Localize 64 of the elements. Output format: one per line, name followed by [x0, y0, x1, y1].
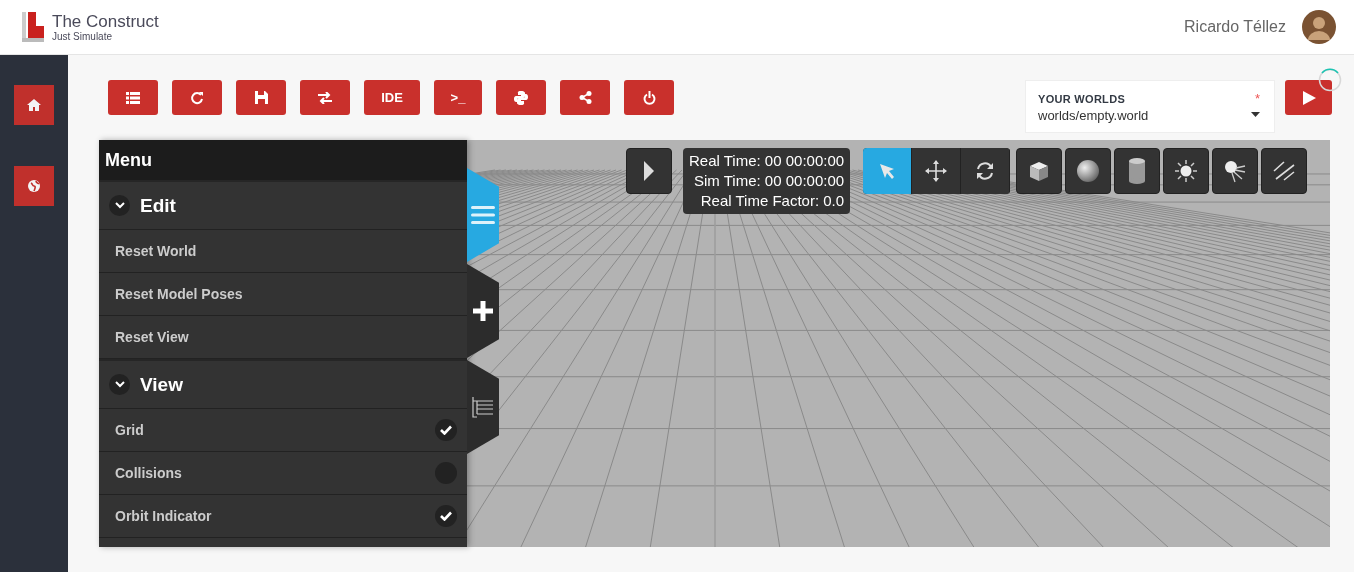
save-button[interactable]	[236, 80, 286, 115]
avatar[interactable]	[1302, 10, 1336, 44]
menu-icon	[471, 205, 495, 225]
refresh-icon	[190, 90, 204, 105]
home-button[interactable]	[14, 85, 54, 125]
select-mode-button[interactable]	[863, 148, 913, 194]
play-button[interactable]	[626, 148, 672, 194]
globe-icon	[27, 179, 41, 193]
user-name[interactable]: Ricardo Téllez	[1184, 18, 1286, 36]
menu-item[interactable]: Collisions	[99, 452, 467, 495]
brand-name: The Construct	[52, 12, 159, 31]
share-button[interactable]	[560, 80, 610, 115]
menu-title: Menu	[99, 140, 467, 180]
power-icon	[642, 90, 656, 105]
brand-tagline: Just Simulate	[52, 30, 114, 42]
time-readout: Sim Time: 00 00:00:00	[694, 171, 845, 191]
swap-button[interactable]	[300, 80, 350, 115]
swap-arrows-icon	[317, 91, 333, 104]
power-button[interactable]	[624, 80, 674, 115]
spinner-icon	[1318, 68, 1342, 92]
sphere-button[interactable]	[1065, 148, 1112, 194]
python-icon	[514, 90, 528, 105]
cylinder-icon	[1128, 158, 1147, 184]
sphere-icon	[1076, 159, 1101, 183]
list-button[interactable]	[108, 80, 158, 115]
menu-section[interactable]: View	[99, 359, 467, 409]
time-readout: Real Time: 00 00:00:00	[689, 151, 845, 171]
dirlight-button[interactable]	[1261, 148, 1308, 194]
list-icon	[126, 91, 140, 104]
sun-icon	[1174, 159, 1199, 183]
plus-icon	[472, 300, 494, 322]
menu-item[interactable]: Grid	[99, 409, 467, 452]
python-button[interactable]	[496, 80, 546, 115]
check-icon	[440, 425, 452, 435]
cylinder-button[interactable]	[1114, 148, 1161, 194]
chevron-icon	[109, 195, 130, 216]
save-icon	[254, 91, 268, 104]
share-icon	[578, 91, 592, 104]
directional-light-icon	[1272, 159, 1297, 183]
menu-item[interactable]: Reset View	[99, 316, 467, 359]
chevron-icon	[109, 374, 130, 395]
play-icon	[643, 161, 655, 181]
spotlight-icon	[1223, 159, 1248, 183]
checkbox[interactable]	[435, 505, 457, 527]
dropdown-caret-icon	[1251, 112, 1260, 117]
menu-item[interactable]: Reset World	[99, 230, 467, 273]
refresh-button[interactable]	[172, 80, 222, 115]
check-icon	[440, 511, 452, 521]
time-readout: Real Time Factor: 0.0	[700, 191, 845, 211]
worlds-select[interactable]: YOUR WORLDS * worlds/empty.world	[1025, 80, 1275, 133]
spotlight-button[interactable]	[1212, 148, 1259, 194]
play-button[interactable]	[1285, 80, 1332, 115]
tree-icon	[472, 396, 494, 418]
checkbox[interactable]	[435, 419, 457, 441]
play-icon	[1301, 90, 1316, 105]
globe-button[interactable]	[14, 166, 54, 206]
box-button[interactable]	[1016, 148, 1063, 194]
pointlight-button[interactable]	[1163, 148, 1210, 194]
move-arrows-icon	[925, 160, 948, 182]
menu-section[interactable]: Edit	[99, 180, 467, 230]
toolbar-button[interactable]: >_	[434, 80, 482, 115]
menu-item[interactable]: Orbit Indicator	[99, 495, 467, 538]
toolbar-button[interactable]: IDE	[364, 80, 420, 115]
home-icon	[27, 98, 41, 112]
